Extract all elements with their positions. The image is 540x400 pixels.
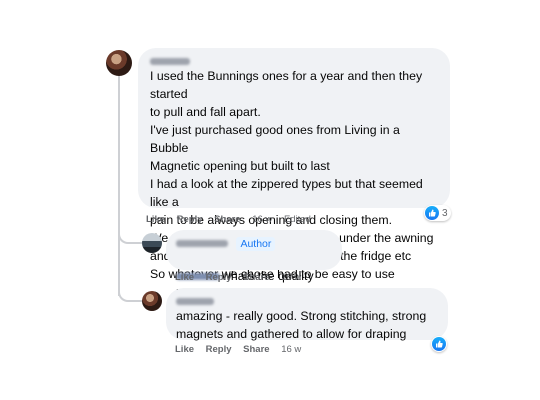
- edited-label: Edited: [283, 214, 311, 225]
- like-button[interactable]: Like: [175, 344, 194, 355]
- like-reaction-icon: [425, 206, 439, 220]
- reaction-summary[interactable]: [431, 336, 447, 352]
- reply-button[interactable]: Reply: [177, 214, 203, 225]
- like-button[interactable]: Like: [146, 214, 165, 225]
- reply-bubble: amazing - really good. Strong stitching,…: [166, 288, 448, 341]
- reply-actions: Like Reply Share 16 w: [175, 272, 310, 283]
- timestamp[interactable]: 16 w: [281, 272, 301, 283]
- avatar[interactable]: [142, 291, 162, 311]
- reply-button[interactable]: Reply: [206, 344, 232, 355]
- reply-bubble: Author whats the quality like?: [166, 230, 342, 301]
- avatar[interactable]: [106, 50, 132, 76]
- author-name-redacted: [176, 240, 228, 248]
- share-button[interactable]: Share: [243, 344, 269, 355]
- reaction-summary[interactable]: 3: [424, 205, 451, 221]
- like-button[interactable]: Like: [175, 272, 194, 283]
- thread-line: [118, 76, 120, 296]
- comment-author[interactable]: [150, 53, 438, 67]
- author-name-redacted: [150, 58, 190, 66]
- author-badge: Author: [236, 236, 276, 251]
- avatar[interactable]: [142, 233, 162, 253]
- reply-author[interactable]: [176, 293, 438, 307]
- thread-connector: [118, 228, 142, 244]
- reaction-count: 3: [442, 207, 448, 219]
- share-button[interactable]: Share: [214, 214, 240, 225]
- author-name-redacted: [176, 298, 214, 306]
- comment-bubble: I used the Bunnings ones for a year and …: [138, 48, 450, 281]
- timestamp[interactable]: 16 w: [281, 344, 301, 355]
- comment-actions: Like Reply Share 16 w Edited: [146, 214, 320, 225]
- timestamp[interactable]: 16 w: [252, 214, 272, 225]
- reply-button[interactable]: Reply: [206, 272, 232, 283]
- reply-actions: Like Reply Share 16 w: [175, 344, 310, 355]
- reply-text: amazing - really good. Strong stitching,…: [176, 309, 427, 341]
- like-reaction-icon: [432, 337, 446, 351]
- share-button[interactable]: Share: [243, 272, 269, 283]
- thread-connector: [118, 286, 142, 302]
- reply-author[interactable]: Author: [176, 235, 332, 251]
